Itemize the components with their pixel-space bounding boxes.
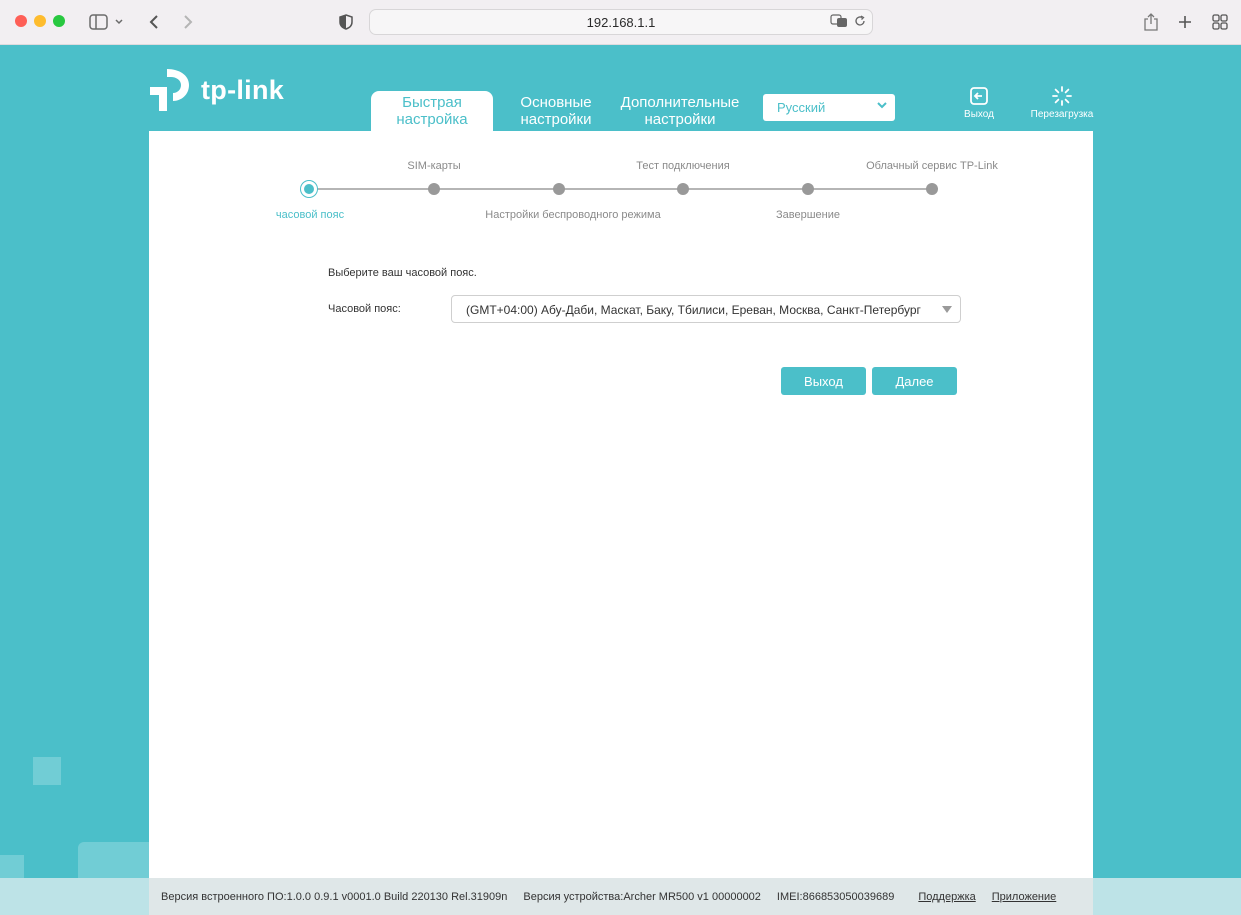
reboot-label: Перезагрузка bbox=[1030, 109, 1094, 120]
footer-bar: Версия встроенного ПО:1.0.0 0.9.1 v0001.… bbox=[149, 878, 1093, 915]
tab-label: Дополнительные настройки bbox=[620, 94, 740, 128]
reboot-button[interactable]: Перезагрузка bbox=[1027, 86, 1097, 120]
reboot-icon bbox=[1052, 86, 1072, 106]
reload-icon[interactable] bbox=[854, 15, 866, 30]
support-link[interactable]: Поддержка bbox=[918, 891, 975, 903]
step-dot-timezone bbox=[304, 184, 314, 194]
background-decoration bbox=[78, 842, 149, 878]
next-button[interactable]: Далее bbox=[872, 367, 957, 395]
exit-button[interactable]: Выход bbox=[781, 367, 866, 395]
step-label-cloud: Облачный сервис TP-Link bbox=[866, 160, 998, 172]
quick-setup-panel: часовой пояс SIM-карты Настройки беспров… bbox=[149, 131, 1093, 878]
tab-advanced[interactable]: Дополнительные настройки bbox=[612, 91, 748, 131]
tp-link-logo-icon bbox=[150, 69, 189, 111]
tab-overview-icon[interactable] bbox=[1211, 11, 1229, 33]
translate-icon[interactable] bbox=[830, 14, 848, 31]
progress-line bbox=[309, 188, 932, 190]
language-value: Русский bbox=[777, 100, 826, 115]
logout-button[interactable]: Выход bbox=[961, 86, 997, 120]
timezone-intro: Выберите ваш часовой пояс. bbox=[328, 267, 477, 279]
logout-label: Выход bbox=[964, 109, 994, 120]
tab-label: Быстрая настройка bbox=[396, 94, 468, 128]
shield-icon[interactable] bbox=[338, 11, 354, 33]
maximize-window-button[interactable] bbox=[53, 15, 65, 27]
browser-toolbar: 192.168.1.1 bbox=[0, 0, 1241, 45]
app-link[interactable]: Приложение bbox=[992, 891, 1057, 903]
step-label-test: Тест подключения bbox=[636, 160, 730, 172]
imei: IMEI:866853050039689 bbox=[776, 890, 895, 903]
step-dot-test bbox=[677, 183, 689, 195]
step-label-finish: Завершение bbox=[776, 209, 840, 221]
firmware-version: Версия встроенного ПО:1.0.0 0.9.1 v0001.… bbox=[161, 890, 508, 903]
tp-link-logo: tp-link bbox=[149, 67, 284, 113]
timezone-label: Часовой пояс: bbox=[328, 303, 401, 315]
logout-icon bbox=[970, 87, 988, 105]
step-dot-cloud bbox=[926, 183, 938, 195]
logo-text: tp-link bbox=[201, 74, 285, 105]
step-dot-wireless bbox=[553, 183, 565, 195]
step-label-wireless: Настройки беспроводного режима bbox=[485, 209, 661, 221]
back-icon[interactable] bbox=[146, 11, 162, 33]
url-text: 192.168.1.1 bbox=[586, 14, 656, 30]
sidebar-toggle-icon[interactable] bbox=[88, 11, 124, 33]
forward-icon[interactable] bbox=[180, 11, 196, 33]
timezone-value: (GMT+04:00) Абу-Даби, Маскат, Баку, Тбил… bbox=[466, 303, 921, 317]
share-icon[interactable] bbox=[1142, 11, 1160, 33]
step-label-sim: SIM-карты bbox=[407, 160, 461, 172]
chevron-down-icon bbox=[876, 99, 888, 114]
timezone-select[interactable]: (GMT+04:00) Абу-Даби, Маскат, Баку, Тбил… bbox=[451, 295, 961, 323]
language-select[interactable]: Русский bbox=[763, 94, 895, 121]
hardware-version: Версия устройства:Archer MR500 v1 000000… bbox=[523, 890, 761, 903]
tab-label: Основные настройки bbox=[520, 94, 592, 128]
close-window-button[interactable] bbox=[15, 15, 27, 27]
tab-quick-setup[interactable]: Быстрая настройка bbox=[371, 91, 493, 131]
address-bar[interactable]: 192.168.1.1 bbox=[369, 9, 873, 35]
dropdown-arrow-icon bbox=[942, 306, 952, 313]
new-tab-icon[interactable] bbox=[1176, 11, 1194, 33]
tab-basic[interactable]: Основные настройки bbox=[510, 91, 602, 131]
step-dot-sim bbox=[428, 183, 440, 195]
footer: Версия встроенного ПО:1.0.0 0.9.1 v0001.… bbox=[0, 878, 1241, 915]
step-dot-finish bbox=[802, 183, 814, 195]
step-label-timezone: часовой пояс bbox=[275, 209, 345, 221]
minimize-window-button[interactable] bbox=[34, 15, 46, 27]
background-decoration bbox=[33, 757, 61, 785]
